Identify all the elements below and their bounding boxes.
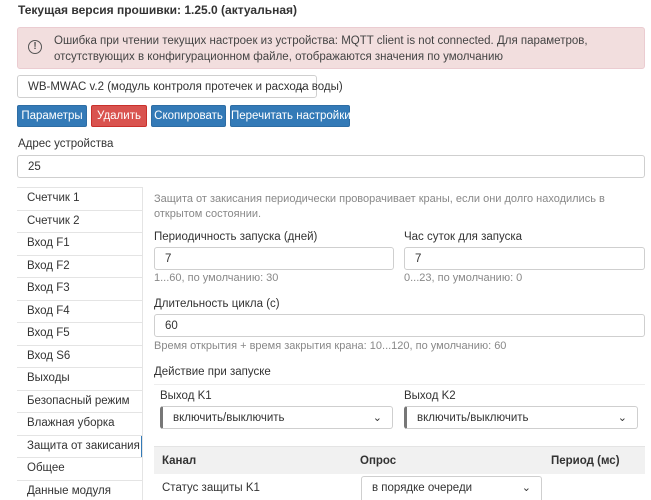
output-k2-value: включить/выключить (417, 412, 529, 424)
error-alert: ! Ошибка при чтении текущих настроек из … (17, 27, 645, 69)
output-k2-label: Выход K2 (404, 390, 456, 402)
duration-value: 60 (165, 320, 178, 332)
sidebar-item-label: Защита от закисания (27, 439, 140, 452)
channels-table-header: Канал Опрос Период (мс) (154, 446, 645, 474)
sidebar-item-label: Счетчик 2 (27, 214, 80, 227)
column-header-period: Период (мс) (551, 455, 620, 467)
hour-hint: 0...23, по умолчанию: 0 (404, 272, 523, 284)
sidebar-item-label: Вход S6 (27, 349, 71, 362)
duration-input[interactable]: 60 (154, 314, 645, 337)
sidebar-item-label: Влажная уборка (27, 417, 115, 429)
sidebar-item-label: Безопасный режим (27, 394, 130, 407)
alert-text: Ошибка при чтении текущих настроек из ус… (54, 35, 588, 63)
sidebar-item-safe-mode[interactable]: Безопасный режим (17, 389, 142, 413)
sidebar-item-outputs[interactable]: Выходы (17, 367, 142, 390)
sidebar-item-label: Вход F5 (27, 327, 70, 339)
table-row-channel: Статус защиты K1 (162, 482, 260, 494)
sidebar-item-label: Выходы (27, 372, 70, 384)
sidebar-item-label: Вход F3 (27, 282, 70, 294)
sidebar-item-label: Счетчик 1 (27, 192, 80, 204)
sidebar-item-input-f3[interactable]: Вход F3 (17, 277, 142, 300)
output-k2-select[interactable]: включить/выключить ⌄ (404, 406, 638, 429)
column-header-channel: Канал (162, 455, 197, 467)
sidebar-item-anti-seize[interactable]: Защита от закисания (17, 434, 142, 458)
reread-settings-button[interactable]: Перечитать настройки (230, 105, 351, 127)
sidebar-item-counter-1[interactable]: Счетчик 1 (17, 187, 142, 210)
sidebar-item-label: Данные модуля (27, 484, 111, 497)
hour-value: 7 (415, 253, 422, 265)
sidebar-item-label: Общее (27, 462, 65, 474)
chevron-down-icon: ⌄ (372, 412, 382, 424)
sidebar-item-label: Вход F4 (27, 304, 70, 317)
copy-button[interactable]: Скопировать (151, 105, 226, 127)
column-header-poll: Опрос (360, 455, 397, 467)
sidebar-item-wet-cleaning[interactable]: Влажная уборка (17, 412, 142, 435)
output-k1-label: Выход K1 (160, 390, 212, 402)
poll-mode-select[interactable]: в порядке очереди ⌄ (361, 476, 542, 500)
action-title: Действие при запуске (154, 366, 271, 378)
sidebar-item-counter-2[interactable]: Счетчик 2 (17, 209, 142, 233)
device-type-select[interactable]: WB-MWAC v.2 (модуль контроля протечек и … (17, 75, 343, 98)
sidebar-item-input-f1[interactable]: Вход F1 (17, 232, 142, 255)
period-label: Периодичность запуска (дней) (154, 231, 318, 243)
sidebar-item-input-s6[interactable]: Вход S6 (17, 344, 142, 368)
duration-label: Длительность цикла (с) (154, 298, 280, 310)
sidebar-item-input-f4[interactable]: Вход F4 (17, 299, 142, 323)
device-type-value: WB-MWAC v.2 (модуль контроля протечек и … (28, 81, 343, 93)
delete-button[interactable]: Удалить (91, 105, 147, 127)
period-input[interactable]: 7 (154, 247, 394, 270)
address-label: Адрес устройства (18, 138, 114, 150)
firmware-version: Текущая версия прошивки: 1.25.0 (актуаль… (18, 3, 298, 17)
chevron-down-icon: ⌄ (296, 81, 306, 93)
period-value: 7 (165, 253, 172, 265)
sidebar-item-general[interactable]: Общее (17, 457, 142, 480)
poll-mode-value: в порядке очереди (372, 482, 473, 494)
period-hint: 1...60, по умолчанию: 30 (154, 272, 279, 284)
chevron-down-icon: ⌄ (617, 412, 627, 424)
hour-input[interactable]: 7 (404, 247, 645, 270)
params-button[interactable]: Параметры (17, 105, 87, 127)
duration-hint: Время открытия + время закрытия крана: 1… (154, 340, 507, 352)
panel-description: Защита от закисания периодически провора… (154, 193, 605, 220)
sidebar-item-label: Вход F2 (27, 259, 70, 272)
output-k1-select[interactable]: включить/выключить ⌄ (160, 406, 393, 429)
sidebar-item-input-f2[interactable]: Вход F2 (17, 254, 142, 278)
sidebar-item-module-data[interactable]: Данные модуля (17, 479, 142, 500)
address-value: 25 (28, 161, 41, 173)
sidebar-item-label: Вход F1 (27, 237, 70, 249)
chevron-down-icon: ⌄ (521, 482, 531, 494)
output-k1-value: включить/выключить (173, 412, 285, 424)
sidebar: Счетчик 1 Счетчик 2 Вход F1 Вход F2 Вход… (17, 187, 143, 500)
info-circle-icon: ! (28, 40, 42, 54)
hour-label: Час суток для запуска (404, 231, 523, 243)
address-input[interactable]: 25 (17, 155, 645, 178)
sidebar-item-input-f5[interactable]: Вход F5 (17, 322, 142, 345)
